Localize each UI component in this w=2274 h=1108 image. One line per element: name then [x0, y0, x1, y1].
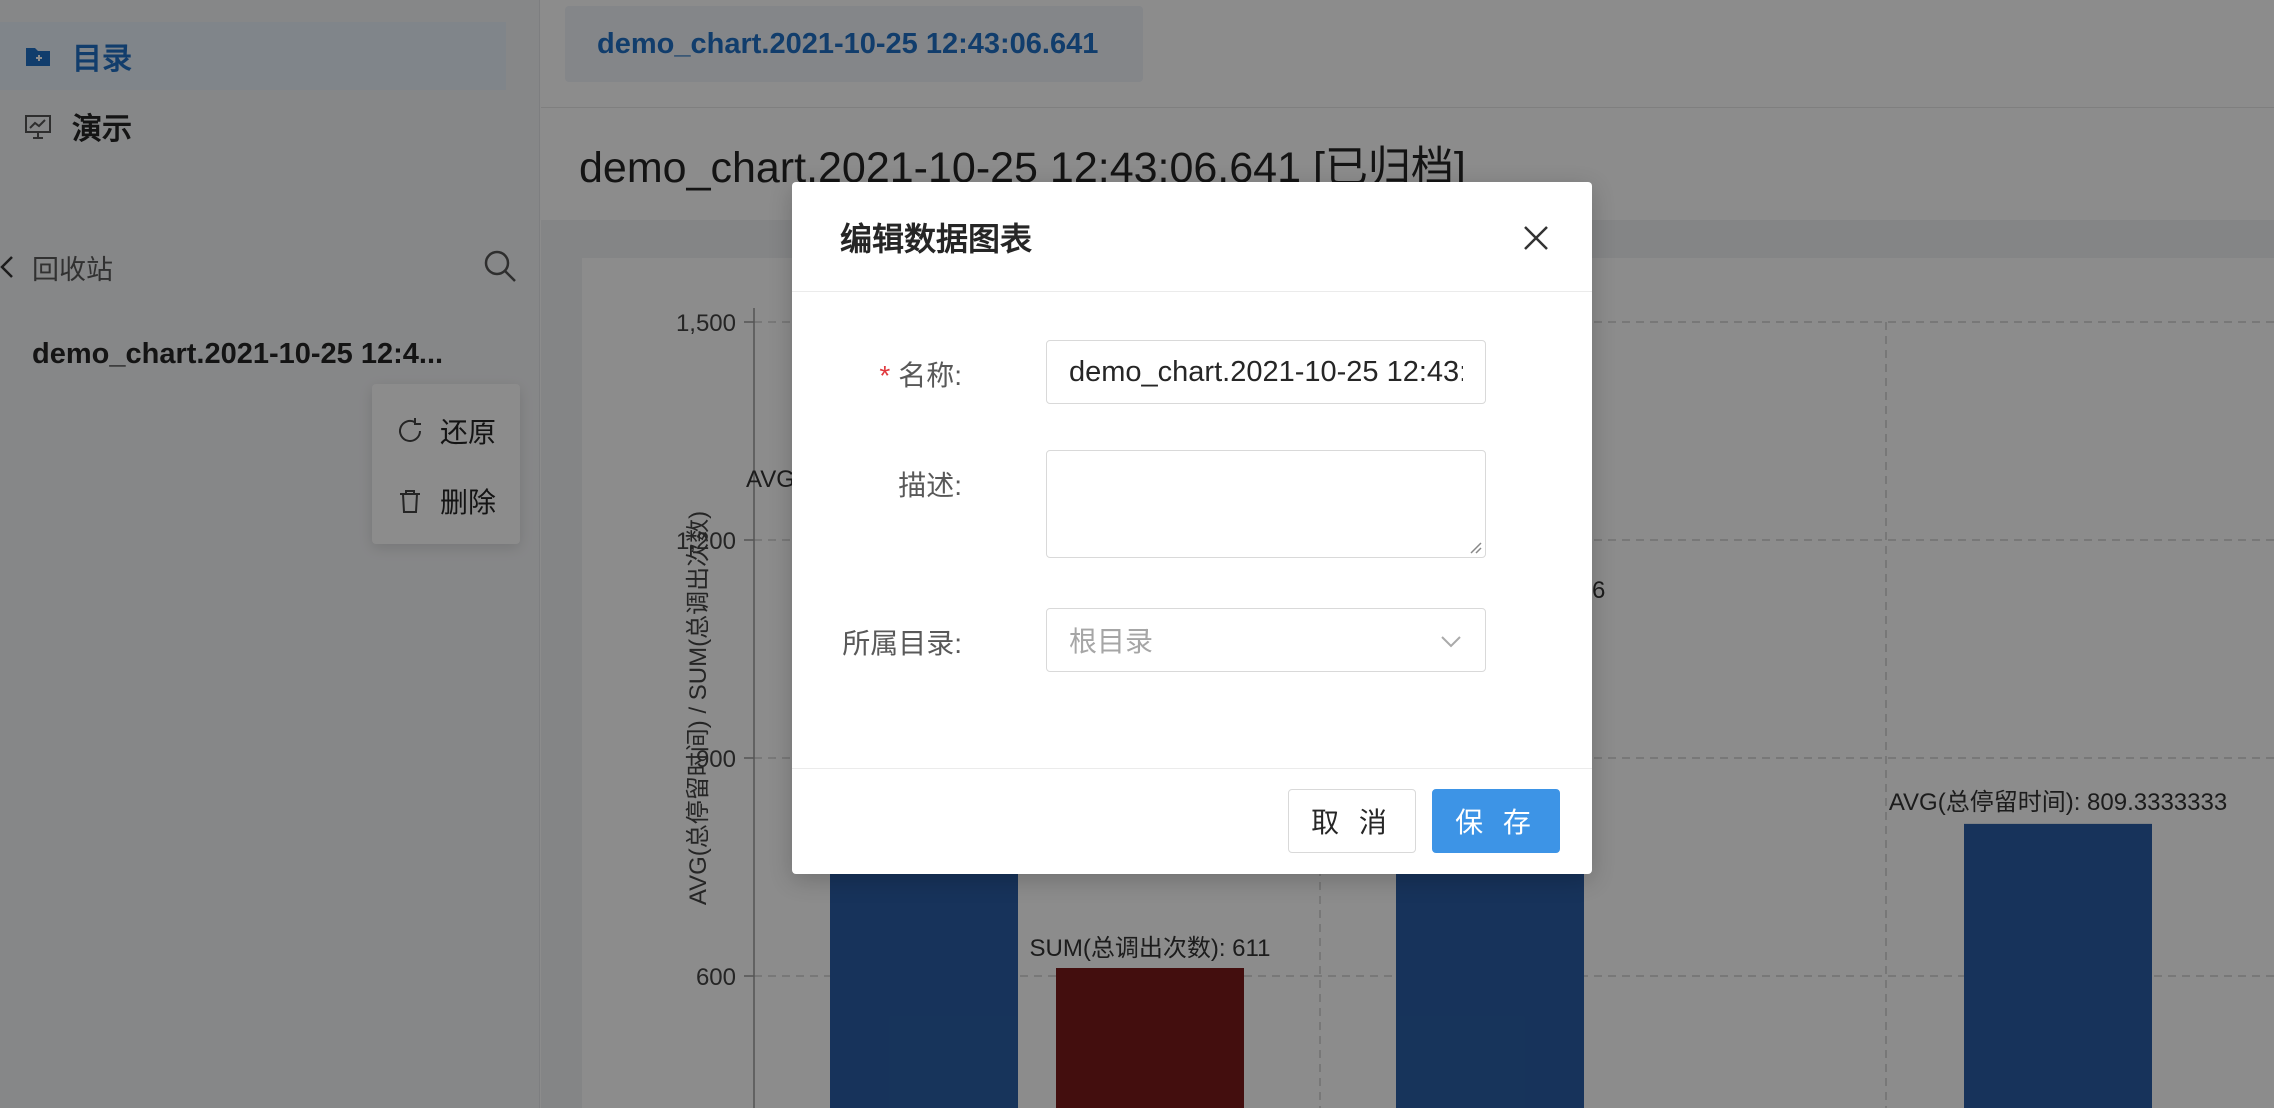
- dialog-footer: 取 消 保 存: [792, 768, 1592, 874]
- resize-handle-icon[interactable]: [1466, 538, 1482, 554]
- required-mark: *: [879, 360, 891, 391]
- dialog-header: 编辑数据图表: [792, 182, 1592, 292]
- directory-label: 所属目录:: [842, 628, 962, 659]
- chevron-down-icon: [1439, 629, 1463, 653]
- name-input[interactable]: [1046, 340, 1486, 404]
- name-label: * 名称:: [879, 360, 962, 391]
- directory-select-placeholder: 根目录: [1069, 626, 1154, 657]
- dialog-title: 编辑数据图表: [840, 220, 1033, 257]
- directory-select[interactable]: 根目录: [1046, 608, 1486, 672]
- close-icon[interactable]: [1514, 216, 1558, 260]
- cancel-button[interactable]: 取 消: [1288, 789, 1416, 853]
- edit-chart-dialog: 编辑数据图表 *名称: 描述: 所属目录: 根目录 取 消 保 存: [792, 182, 1592, 874]
- description-label: 描述:: [898, 470, 962, 501]
- save-button[interactable]: 保 存: [1432, 789, 1560, 853]
- description-textarea[interactable]: [1046, 450, 1486, 558]
